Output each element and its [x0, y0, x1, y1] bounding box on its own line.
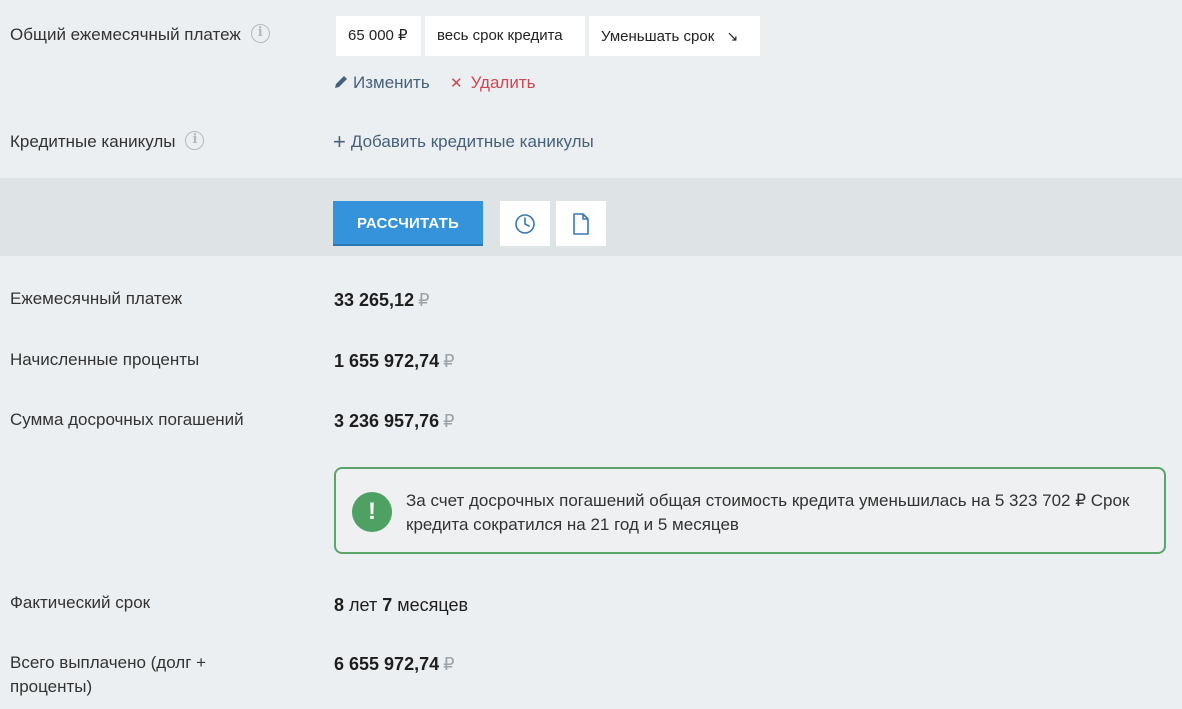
monthly-payment-setting-label: Общий ежемесячный платеж i [10, 23, 270, 47]
info-icon[interactable]: i [185, 131, 205, 151]
currency-symbol: ₽ [443, 411, 455, 431]
info-icon[interactable]: i [250, 24, 270, 44]
prepayments-value: 3 236 957,76 ₽ [334, 409, 455, 433]
term-years-word: лет [349, 595, 378, 615]
currency-symbol: ₽ [418, 290, 430, 310]
edit-payment-link[interactable]: Изменить [333, 71, 430, 95]
document-button[interactable] [556, 201, 606, 246]
total-paid-value: 6 655 972,74 ₽ [334, 652, 455, 676]
monthly-payment-amount: 33 265,12 [334, 290, 415, 310]
pencil-icon [335, 76, 347, 88]
total-paid-label-line1: Всего выплачено (долг + [10, 653, 207, 672]
payment-amount-value: 65 000 ₽ [348, 27, 408, 44]
exclamation-icon: ! [352, 492, 392, 532]
calculate-button[interactable]: РАССЧИТАТЬ [333, 201, 483, 246]
edit-link-label: Изменить [353, 73, 430, 92]
delete-link-label: Удалить [470, 73, 536, 92]
total-paid-amount: 6 655 972,74 [334, 654, 440, 674]
payment-amount-chip[interactable]: 65 000 ₽ [336, 16, 421, 56]
currency-symbol: ₽ [443, 351, 455, 371]
document-icon [573, 212, 589, 235]
payment-mode-chip[interactable]: Уменьшать срок ↘ [589, 16, 760, 56]
monthly-payment-value: 33 265,12 ₽ [334, 288, 430, 312]
actual-term-value: 8 лет 7 месяцев [334, 593, 468, 617]
delete-payment-link[interactable]: ✕ Удалить [450, 71, 535, 96]
currency-symbol: ₽ [443, 654, 455, 674]
term-months: 7 [382, 595, 393, 615]
notice-text: За счет досрочных погашений общая стоимо… [406, 491, 1130, 534]
add-holidays-label: Добавить кредитные каникулы [350, 132, 594, 151]
payment-period-value: весь срок кредита [437, 27, 563, 44]
interest-amount: 1 655 972,74 [334, 351, 440, 371]
prepayment-savings-notice: ! За счет досрочных погашений общая стои… [334, 467, 1166, 554]
term-years: 8 [334, 595, 345, 615]
monthly-payment-setting-text: Общий ежемесячный платеж [10, 25, 241, 44]
plus-icon: + [333, 129, 346, 154]
clock-icon [515, 213, 535, 234]
prepayments-label: Сумма досрочных погашений [10, 410, 244, 429]
close-icon: ✕ [450, 75, 463, 92]
monthly-payment-label: Ежемесячный платеж [10, 289, 183, 308]
total-paid-label-line2: проценты) [10, 677, 93, 696]
actual-term-label: Фактический срок [10, 593, 151, 612]
term-months-word: месяцев [397, 595, 469, 615]
payment-period-chip[interactable]: весь срок кредита [425, 16, 585, 56]
total-paid-label: Всего выплачено (долг + проценты) [10, 651, 206, 699]
credit-holidays-text: Кредитные каникулы [10, 132, 176, 151]
add-credit-holidays-link[interactable]: + Добавить кредитные каникулы [333, 130, 594, 154]
payment-mode-value: Уменьшать срок [601, 28, 715, 45]
interest-label: Начисленные проценты [10, 350, 200, 369]
interest-value: 1 655 972,74 ₽ [334, 349, 455, 373]
prepayments-amount: 3 236 957,76 [334, 411, 440, 431]
history-button[interactable] [500, 201, 550, 246]
credit-holidays-label: Кредитные каникулы i [10, 130, 205, 154]
arrow-down-right-icon: ↘ [726, 28, 739, 44]
